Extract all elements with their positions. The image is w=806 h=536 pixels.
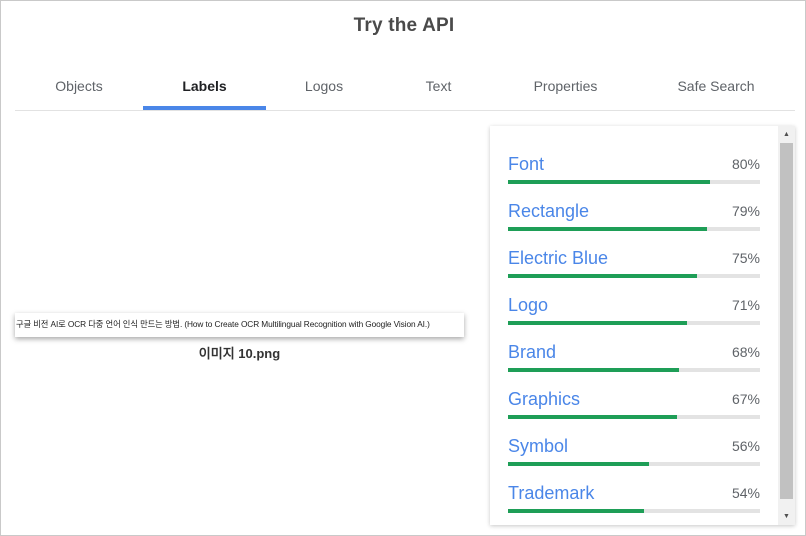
active-tab-indicator [143,106,266,110]
tab-properties[interactable]: Properties [495,61,636,110]
tab-text[interactable]: Text [382,61,495,110]
scrollbar-thumb[interactable] [780,143,793,499]
label-percentage: 80% [731,156,760,172]
tab-bar: Objects Labels Logos Text Properties Saf… [15,61,795,111]
label-percentage: 68% [731,344,760,360]
label-name[interactable]: Logo [508,295,548,316]
image-thumbnail: 구글 비전 AI로 OCR 다중 언어 인식 만드는 방법. (How to C… [15,313,464,337]
tab-objects[interactable]: Objects [15,61,143,110]
label-name[interactable]: Rectangle [508,201,589,222]
label-result-row: Logo 71% [508,277,760,325]
scroll-up-arrow-icon[interactable]: ▲ [778,126,795,143]
scroll-down-arrow-icon[interactable]: ▼ [778,508,795,525]
label-result-row: Symbol 56% [508,418,760,466]
label-percentage: 75% [731,250,760,266]
label-percentage: 56% [731,438,760,454]
page-title: Try the API [353,15,455,36]
tab-labels[interactable]: Labels [143,61,266,110]
label-percentage: 79% [731,203,760,219]
tab-logos[interactable]: Logos [266,61,382,110]
label-result-row: Font 80% [508,136,760,184]
confidence-bar-fill [508,509,645,513]
label-name[interactable]: Electric Blue [508,248,608,269]
label-percentage: 67% [731,391,760,407]
confidence-bar-track [508,509,760,513]
label-result-row: Electric Blue 75% [508,230,760,278]
thumbnail-text: 구글 비전 AI로 OCR 다중 언어 인식 만드는 방법. (How to C… [16,319,430,329]
label-percentage: 54% [731,485,760,501]
image-filename: 이미지 10.png [198,346,281,361]
label-name[interactable]: Brand [508,342,556,363]
label-name[interactable]: Trademark [508,483,594,504]
label-result-row: Graphics 67% [508,371,760,419]
label-name[interactable]: Graphics [508,389,580,410]
label-percentage: 71% [731,297,760,313]
results-scrollbar[interactable]: ▲ ▼ [778,126,795,525]
label-name[interactable]: Font [508,154,544,175]
label-result-row: Brand 68% [508,324,760,372]
label-result-row: Trademark 54% [508,465,760,513]
tab-safe-search[interactable]: Safe Search [636,61,796,110]
label-result-row: Rectangle 79% [508,183,760,231]
label-name[interactable]: Symbol [508,436,568,457]
labels-results-panel[interactable]: Font 80% Rectangle 79% Electric Blue 75%… [490,126,795,525]
api-demo-frame: Try the API Objects Labels Logos Text Pr… [0,0,806,536]
